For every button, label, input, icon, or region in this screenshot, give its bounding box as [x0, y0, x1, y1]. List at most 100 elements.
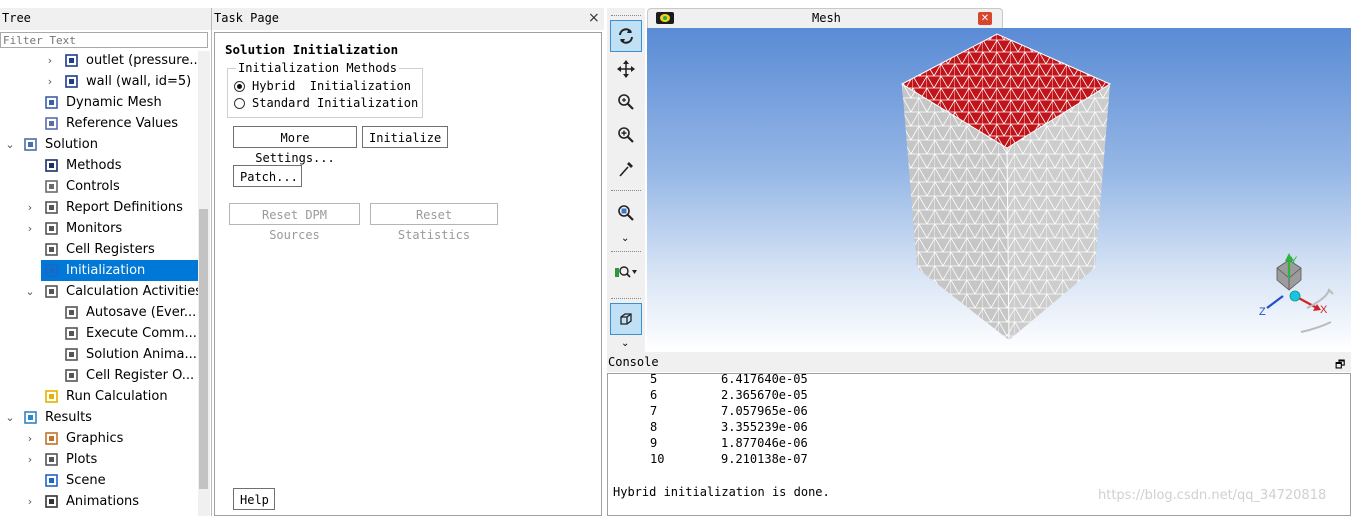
residual-value: 2.365670e-05 — [721, 388, 808, 402]
probe-icon[interactable] — [610, 153, 642, 185]
initialization-methods-group: Initialization Methods Hybrid Initializa… — [227, 61, 423, 118]
tree-item[interactable]: Dynamic Mesh — [0, 92, 198, 113]
radio-standard-indicator[interactable] — [234, 98, 245, 109]
orthographic-icon[interactable] — [610, 303, 642, 335]
activity-icon — [64, 347, 80, 362]
triad-z-label: Z — [1259, 306, 1266, 318]
cell-registers-icon — [44, 242, 60, 257]
tree-item[interactable]: ⌄ Results — [0, 407, 198, 428]
initialization-methods-label: Initialization Methods — [236, 61, 399, 75]
triad-x-label: X — [1320, 304, 1328, 316]
residual-iteration: 5 — [650, 373, 658, 386]
residual-iteration: 9 — [650, 436, 658, 450]
tree-item[interactable]: › Graphics — [0, 428, 198, 449]
tree-item[interactable]: Cell Register O... — [0, 365, 198, 386]
tree-item[interactable]: Run Calculation — [0, 386, 198, 407]
tree-item-label: Autosave (Ever... — [86, 305, 197, 320]
expand-arrow-icon[interactable]: › — [25, 197, 35, 218]
collapse-arrow-icon[interactable]: ⌄ — [25, 281, 35, 302]
expand-arrow-icon[interactable]: › — [45, 51, 55, 71]
views-icon[interactable] — [610, 256, 642, 288]
plots-icon — [44, 452, 60, 467]
tree-item[interactable]: Methods — [0, 155, 198, 176]
mesh-window-title: Mesh — [812, 11, 841, 25]
radio-hybrid-initialization[interactable]: Hybrid Initialization — [234, 79, 419, 95]
tree-item[interactable]: Execute Comm... — [0, 323, 198, 344]
help-button[interactable]: Help — [233, 488, 275, 510]
tree-item-label: Dynamic Mesh — [66, 95, 162, 110]
residual-value: 7.057965e-06 — [721, 404, 808, 418]
initialize-button[interactable]: Initialize — [362, 126, 448, 148]
results-icon — [23, 410, 39, 425]
more-chevron-icon[interactable]: ⌄ — [621, 233, 629, 244]
tree-item-label: Monitors — [66, 221, 123, 236]
tree-item[interactable]: › wall (wall, id=5) — [0, 71, 198, 92]
reset-statistics-button[interactable]: Reset Statistics — [370, 203, 498, 242]
residual-iteration: 10 — [650, 452, 665, 466]
monitors-icon — [44, 221, 60, 236]
expand-arrow-icon[interactable]: › — [25, 449, 35, 470]
mesh-window-tab[interactable]: Mesh ✕ — [647, 8, 1003, 28]
reference-values-icon — [44, 116, 60, 131]
radio-hybrid-indicator[interactable] — [234, 81, 245, 92]
tree-item[interactable]: Controls — [0, 176, 198, 197]
triad-y-label: Y — [1290, 255, 1298, 267]
zoom-box-icon[interactable] — [610, 119, 642, 151]
run-calculation-icon — [44, 389, 60, 404]
expand-arrow-icon[interactable]: › — [25, 491, 35, 512]
tree-item-label: Cell Registers — [66, 242, 155, 257]
tree-item-label: Scene — [66, 473, 106, 488]
activity-icon — [64, 305, 80, 320]
solution-initialization-heading: Solution Initialization — [225, 42, 399, 57]
more-settings-button[interactable]: More Settings... — [233, 126, 357, 165]
more-chevron-icon[interactable]: ⌄ — [621, 338, 629, 349]
patch-button[interactable]: Patch... — [233, 165, 302, 187]
mesh-close-icon[interactable]: ✕ — [978, 12, 992, 25]
tree-item-label: Controls — [66, 179, 120, 194]
tree-item[interactable]: › Monitors — [0, 218, 198, 239]
rotate-icon[interactable] — [610, 20, 642, 52]
mesh-render: Y X Z — [900, 33, 1334, 341]
tree-scrollbar[interactable] — [198, 51, 210, 516]
collapse-arrow-icon[interactable]: ⌄ — [5, 407, 15, 428]
tree-scroll-thumb[interactable] — [199, 209, 208, 489]
report-icon — [44, 200, 60, 215]
calc-activities-icon — [44, 284, 60, 299]
fit-to-window-icon[interactable] — [610, 197, 642, 229]
tree-item[interactable]: › Report Definitions — [0, 197, 198, 218]
reset-dpm-sources-button[interactable]: Reset DPM Sources — [229, 203, 360, 242]
tree-header: Tree — [0, 8, 211, 30]
boundary-icon — [64, 53, 80, 68]
tree-list: › outlet (pressure... › wall (wall, id=5) Dy… — [0, 51, 198, 516]
tree-filter-input[interactable] — [0, 32, 208, 48]
axis-triad[interactable] — [1266, 253, 1334, 333]
tree-item[interactable]: Initialization — [0, 260, 198, 281]
task-close-icon[interactable]: × — [588, 10, 600, 26]
tree-item[interactable]: › outlet (pressure... — [0, 51, 198, 71]
tree-item[interactable]: Reference Values — [0, 113, 198, 134]
solution-icon — [23, 137, 39, 152]
residual-value: 9.210138e-07 — [721, 452, 808, 466]
expand-arrow-icon[interactable]: › — [25, 218, 35, 239]
graphics-viewport[interactable]: Y X Z — [647, 28, 1351, 352]
pan-icon[interactable] — [610, 53, 642, 85]
expand-arrow-icon[interactable]: › — [45, 71, 55, 92]
tree-item[interactable]: Scene — [0, 470, 198, 491]
task-page-title: Task Page — [214, 11, 280, 25]
tree-item-label: Initialization — [66, 263, 146, 278]
tree-item[interactable]: Solution Anima... — [0, 344, 198, 365]
radio-standard-initialization[interactable]: Standard Initialization — [234, 96, 419, 112]
tree-item[interactable]: › Plots — [0, 449, 198, 470]
zoom-in-out-icon[interactable] — [610, 86, 642, 118]
collapse-arrow-icon[interactable]: ⌄ — [5, 134, 15, 155]
residual-value: 3.355239e-06 — [721, 420, 808, 434]
tree-item[interactable]: Cell Registers — [0, 239, 198, 260]
activity-icon — [64, 368, 80, 383]
tree-item[interactable]: ⌄ Solution — [0, 134, 198, 155]
tree-item-label: wall (wall, id=5) — [86, 74, 192, 89]
tree-item-label: Results — [45, 410, 92, 425]
tree-item[interactable]: Autosave (Ever... — [0, 302, 198, 323]
tree-item[interactable]: ⌄ Calculation Activities — [0, 281, 198, 302]
expand-arrow-icon[interactable]: › — [25, 428, 35, 449]
tree-item[interactable]: › Animations — [0, 491, 198, 512]
